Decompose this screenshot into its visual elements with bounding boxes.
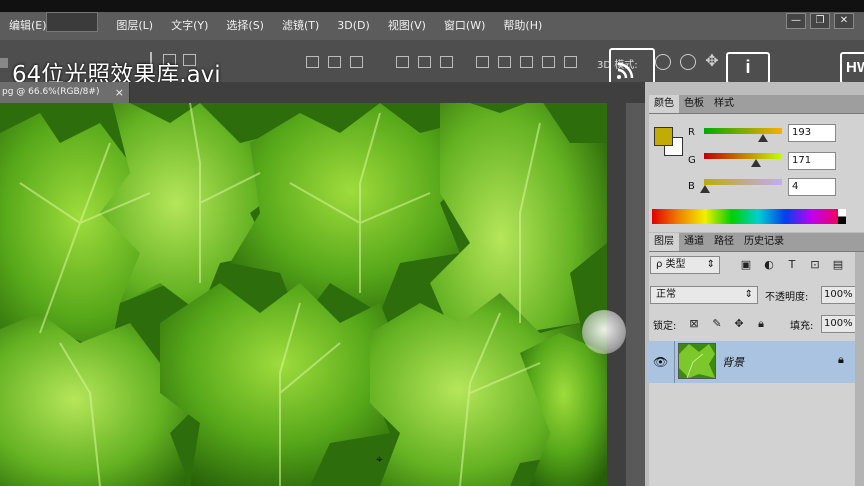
opacity-label: 不透明度:	[765, 292, 809, 303]
tab-history[interactable]: 历史记录	[739, 233, 789, 251]
type-filter-icon[interactable]: T	[786, 259, 798, 271]
black-white-swatch[interactable]	[838, 209, 846, 224]
chevron-icon: ⇕	[706, 259, 715, 270]
r-slider[interactable]	[704, 128, 782, 134]
b-slider[interactable]	[704, 179, 782, 185]
lock-position-icon[interactable]: ✥	[733, 318, 745, 330]
tab-layers[interactable]: 图层	[649, 233, 679, 251]
tab-styles[interactable]: 样式	[709, 95, 739, 113]
fill-label: 填充:	[790, 321, 814, 332]
align-distribute-icons	[306, 40, 586, 82]
foreground-color-swatch[interactable]	[654, 127, 673, 146]
menu-item-8[interactable]: 窗口(W)	[435, 12, 494, 40]
layer-filter-select[interactable]: ρ 类型 ⇕	[650, 256, 720, 274]
b-value-input[interactable]: 4	[788, 178, 836, 196]
info-button[interactable]: i	[726, 52, 770, 84]
lock-all-icon[interactable]: 🔒︎	[755, 318, 767, 330]
document-tab-label: pg @ 66.6%(RGB/8#)	[2, 87, 100, 97]
cast-button[interactable]	[609, 48, 655, 86]
document-tab[interactable]: pg @ 66.6%(RGB/8#) ×	[0, 82, 130, 103]
chevron-icon: ⇕	[744, 289, 753, 300]
blend-mode-value: 正常	[656, 289, 676, 300]
align-icon[interactable]	[306, 56, 319, 68]
layer-name[interactable]: 背景	[722, 354, 744, 370]
auto-select-dropdown[interactable]	[46, 12, 98, 32]
layers-panel-tabs: 图层 通道 路径 历史记录	[649, 233, 864, 252]
layer-divider	[674, 341, 675, 383]
close-button[interactable]: ✕	[834, 13, 854, 29]
g-value-input[interactable]: 171	[788, 152, 836, 170]
shape-filter-icon[interactable]: ⊡	[809, 259, 821, 271]
adjustment-filter-icon[interactable]: ◐	[763, 259, 775, 271]
smart-object-filter-icon[interactable]: ▤	[832, 259, 844, 271]
restore-button[interactable]: ❐	[810, 13, 830, 29]
menu-item-4[interactable]: 选择(S)	[217, 12, 273, 40]
menu-item-7[interactable]: 视图(V)	[379, 12, 435, 40]
layer-filter-label: 类型	[665, 259, 686, 270]
menu-item-3[interactable]: 文字(Y)	[162, 12, 217, 40]
menu-item-5[interactable]: 滤镜(T)	[273, 12, 328, 40]
minimize-button[interactable]: —	[786, 13, 806, 29]
image-canvas[interactable]: ⌖	[0, 103, 607, 486]
menu-item-6[interactable]: 3D(D)	[328, 12, 379, 40]
r-value-input[interactable]: 193	[788, 124, 836, 142]
r-label: R	[688, 127, 695, 138]
tab-color[interactable]: 颜色	[649, 95, 679, 113]
align-icon[interactable]	[396, 56, 409, 68]
3d-pan-icon[interactable]: ✥	[703, 52, 721, 70]
g-slider[interactable]	[704, 153, 782, 159]
leaf-image: ⌖	[0, 103, 607, 486]
align-icon[interactable]	[520, 56, 533, 68]
g-label: G	[688, 155, 696, 166]
3d-roll-icon[interactable]	[680, 54, 696, 70]
cast-icon	[616, 62, 633, 79]
tool-preset-icon[interactable]	[0, 58, 8, 68]
svg-text:⌖: ⌖	[376, 452, 383, 466]
layer-thumbnail[interactable]	[678, 343, 716, 379]
close-tab-icon[interactable]: ×	[115, 82, 124, 103]
pixel-filter-icon[interactable]: ▣	[740, 259, 752, 271]
menu-item-9[interactable]: 帮助(H)	[494, 12, 551, 40]
menu-item-2[interactable]: 图层(L)	[107, 12, 162, 40]
align-icon[interactable]	[418, 56, 431, 68]
blend-mode-select[interactable]: 正常 ⇕	[650, 286, 758, 304]
layers-scrollbar[interactable]	[855, 252, 864, 486]
layer-lock-icon: 🔒︎	[838, 353, 844, 366]
vertical-scrollbar[interactable]	[626, 103, 645, 486]
hw-decode-button[interactable]: HW	[840, 52, 864, 84]
color-spectrum-bar[interactable]	[652, 209, 838, 224]
align-icon[interactable]	[350, 56, 363, 68]
align-icon[interactable]	[564, 56, 577, 68]
search-icon: ρ	[656, 259, 666, 270]
tab-channels[interactable]: 通道	[679, 233, 709, 251]
visibility-eye-icon[interactable]: 👁︎	[653, 355, 668, 369]
align-icon[interactable]	[328, 56, 341, 68]
scroll-handle[interactable]	[582, 310, 626, 354]
g-slider-thumb[interactable]	[751, 159, 762, 167]
lock-label: 锁定:	[653, 321, 677, 332]
3d-rotate-icon[interactable]	[655, 54, 671, 70]
align-icon[interactable]	[476, 56, 489, 68]
b-label: B	[688, 181, 695, 192]
align-icon[interactable]	[498, 56, 511, 68]
align-icon[interactable]	[542, 56, 555, 68]
layer-thumbnail-image	[679, 344, 715, 378]
tab-swatches[interactable]: 色板	[679, 95, 709, 113]
color-panel-tabs: 颜色 色板 样式	[649, 95, 864, 114]
b-slider-thumb[interactable]	[700, 185, 711, 193]
lock-transparent-icon[interactable]: ⊠	[688, 318, 700, 330]
align-icon[interactable]	[440, 56, 453, 68]
lock-brush-icon[interactable]: ✎	[711, 318, 723, 330]
r-slider-thumb[interactable]	[758, 134, 769, 142]
tab-paths[interactable]: 路径	[709, 233, 739, 251]
